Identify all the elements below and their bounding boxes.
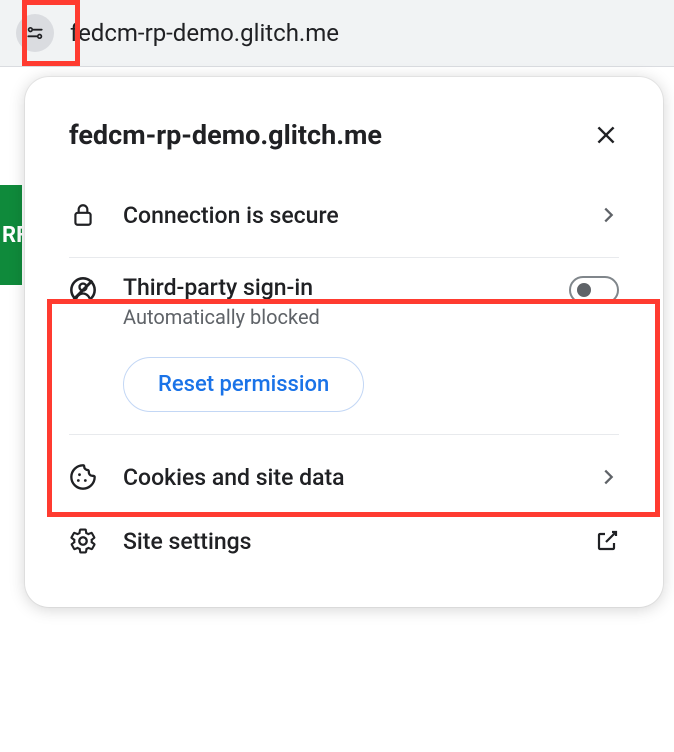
site-settings-row[interactable]: Site settings — [25, 509, 663, 573]
external-link-icon — [595, 529, 619, 553]
url-text[interactable]: fedcm-rp-demo.glitch.me — [70, 19, 339, 47]
site-info-button[interactable] — [16, 14, 54, 52]
connection-label: Connection is secure — [123, 202, 597, 229]
tune-icon — [25, 23, 45, 43]
site-settings-label: Site settings — [123, 528, 595, 555]
cookies-row[interactable]: Cookies and site data — [25, 445, 663, 509]
divider — [69, 257, 619, 258]
blocked-signin-icon — [69, 275, 97, 305]
lock-icon — [70, 202, 96, 228]
site-info-popover: fedcm-rp-demo.glitch.me Connection is se… — [25, 77, 663, 607]
divider — [69, 434, 619, 435]
chevron-right-icon — [597, 204, 619, 226]
toggle-knob — [577, 283, 591, 297]
connection-row[interactable]: Connection is secure — [25, 183, 663, 247]
url-bar: fedcm-rp-demo.glitch.me — [0, 0, 674, 67]
cookies-label: Cookies and site data — [123, 464, 597, 491]
third-party-signin-section: Third-party sign-in Automatically blocke… — [25, 268, 663, 424]
gear-icon — [69, 527, 97, 555]
close-icon[interactable] — [593, 122, 619, 148]
third-party-toggle[interactable] — [569, 276, 619, 304]
popover-title: fedcm-rp-demo.glitch.me — [69, 119, 382, 151]
reset-permission-button[interactable]: Reset permission — [123, 357, 364, 412]
chevron-right-icon — [597, 466, 619, 488]
cookie-icon — [69, 463, 97, 491]
background-page-fragment: RF — [0, 185, 22, 285]
third-party-subtitle: Automatically blocked — [123, 305, 569, 329]
third-party-title: Third-party sign-in — [123, 274, 569, 301]
popover-header: fedcm-rp-demo.glitch.me — [25, 119, 663, 183]
